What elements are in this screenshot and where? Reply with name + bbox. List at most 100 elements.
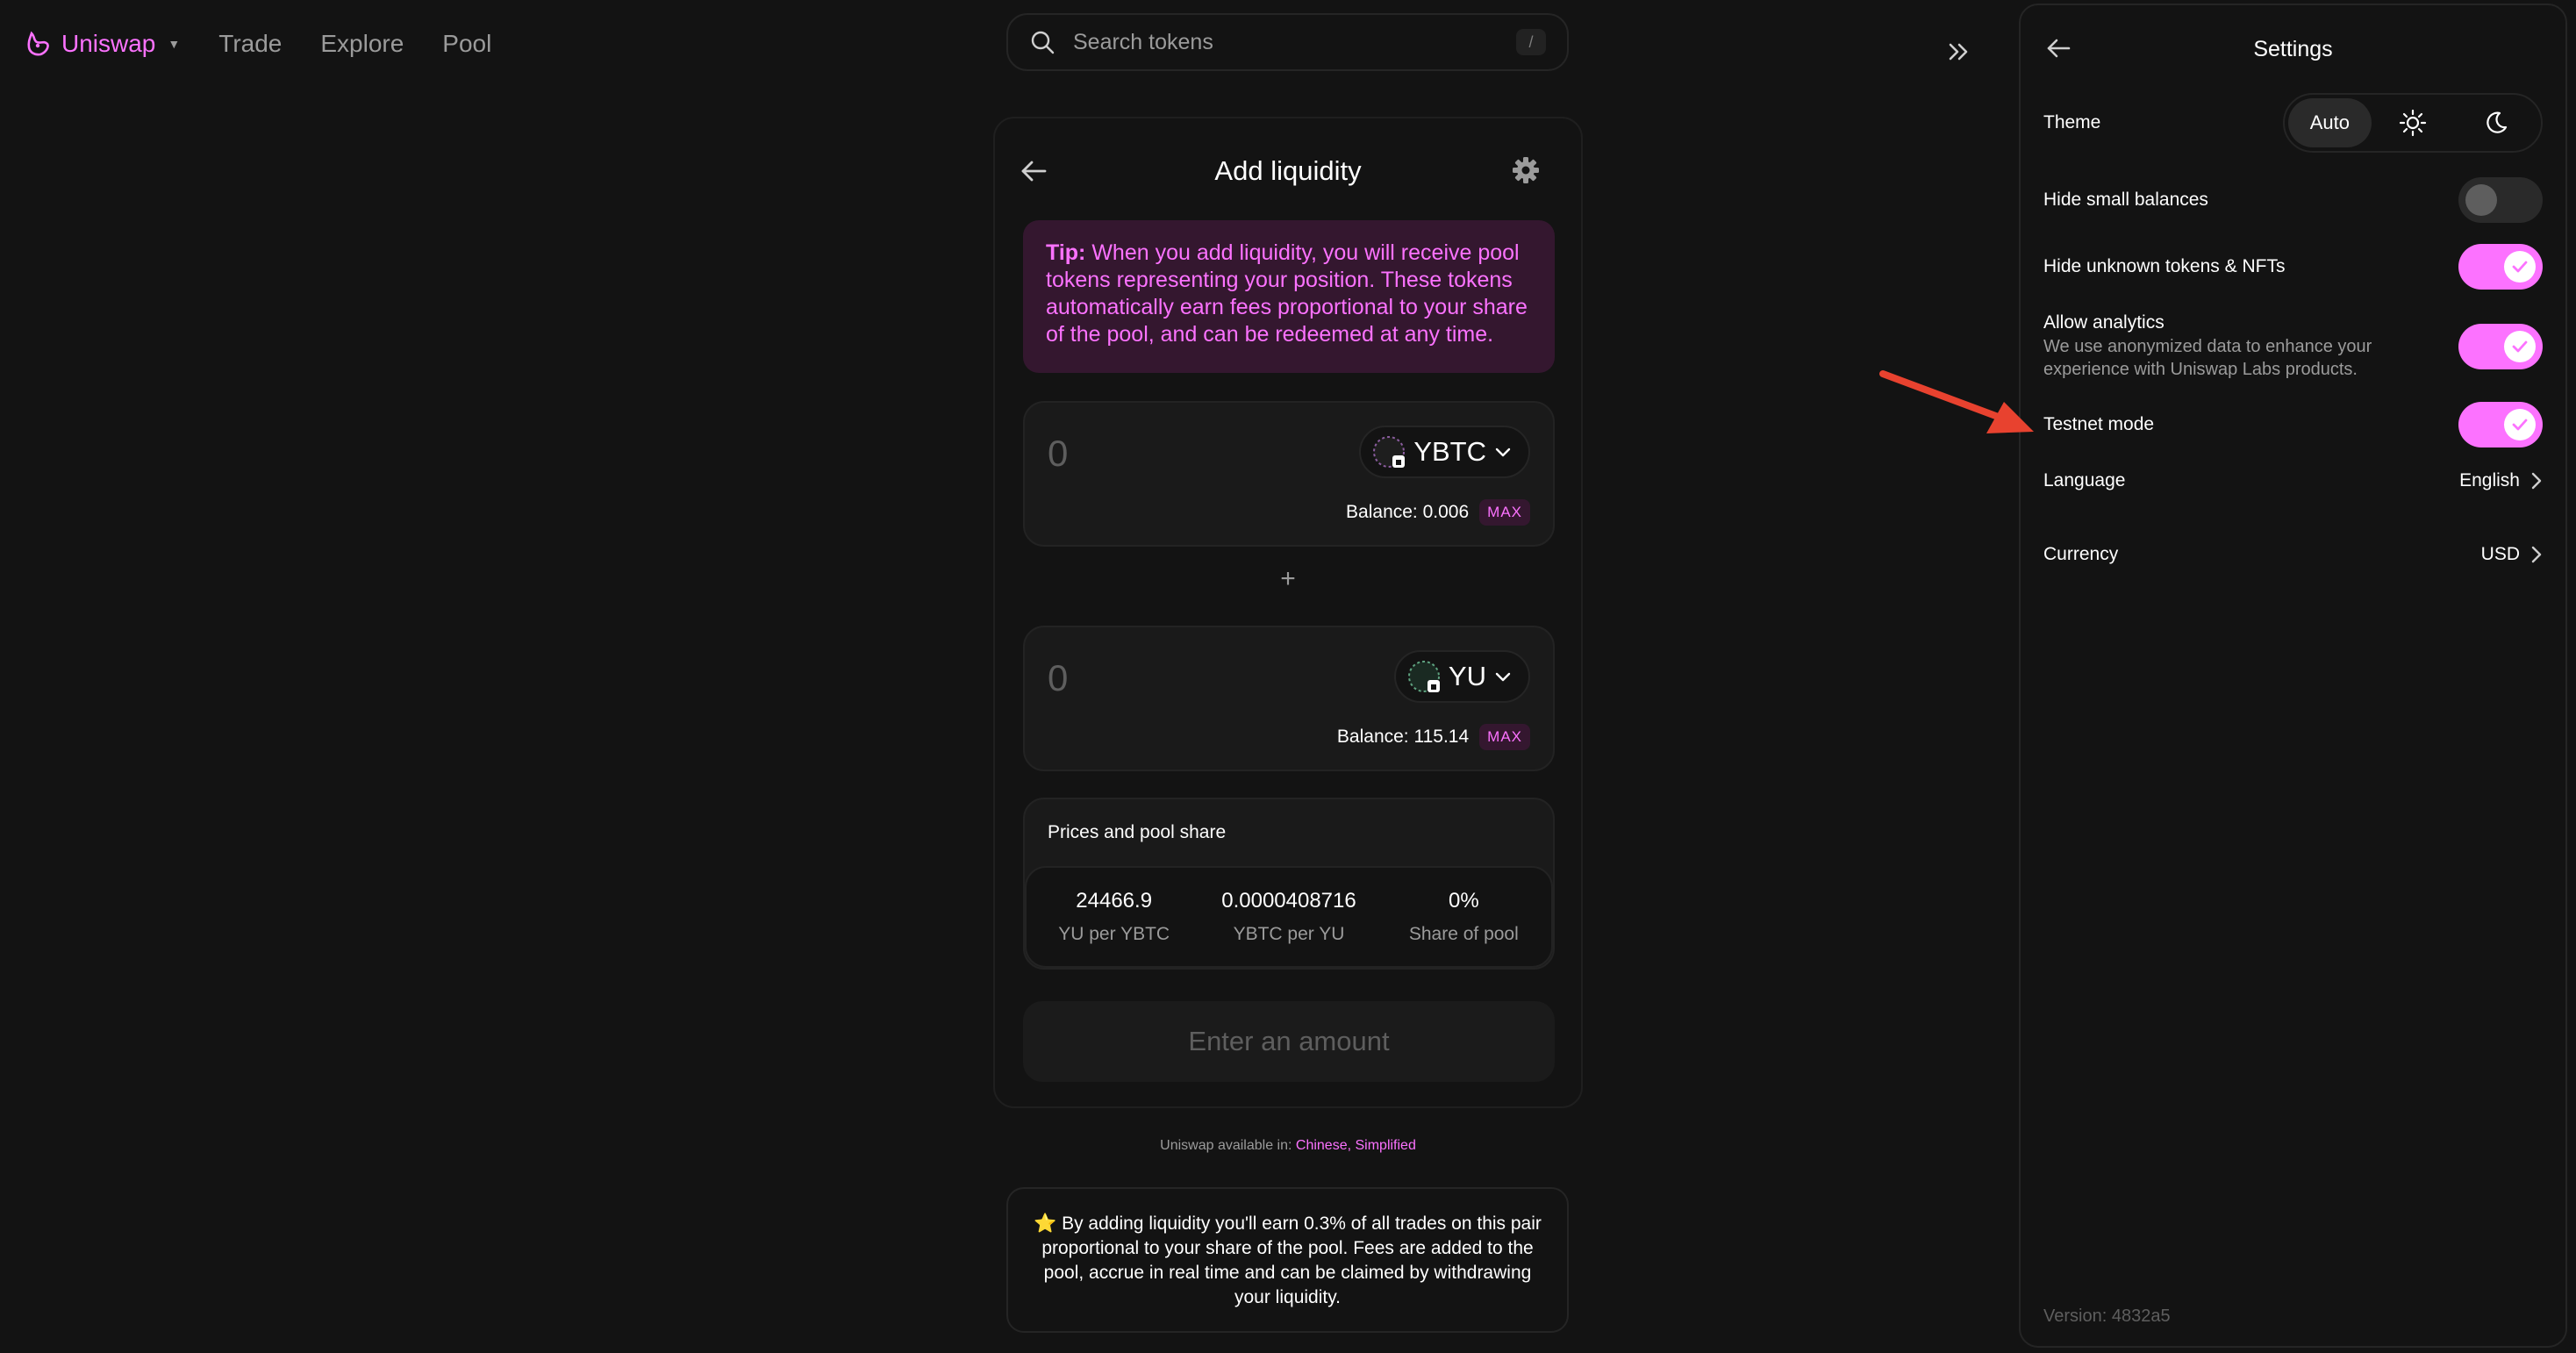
double-chevron-right-icon (1949, 43, 1968, 61)
token-a-amount-input[interactable]: 0 (1048, 433, 1068, 475)
availability-language-link[interactable]: Chinese, Simplified (1296, 1138, 1416, 1153)
toggle-knob (2504, 409, 2536, 440)
yu-token-icon (1406, 659, 1442, 694)
allow-analytics-description: We use anonymized data to enhance your e… (2043, 337, 2372, 379)
token-a-balance-row: Balance: 0.006 MAX (1346, 499, 1530, 526)
token-a-symbol: YBTC (1413, 436, 1486, 467)
search-input[interactable]: Search tokens / (1006, 13, 1569, 71)
gear-icon (1513, 157, 1539, 183)
chevron-down-icon (1495, 672, 1511, 682)
plus-icon: + (1280, 564, 1296, 593)
token-a-selector[interactable]: YBTC (1359, 426, 1530, 478)
availability-prefix: Uniswap available in: (1160, 1138, 1296, 1153)
price-label: YU per YBTC (1058, 924, 1170, 944)
language-availability: Uniswap available in: Chinese, Simplifie… (993, 1138, 1583, 1154)
caret-down-icon: ▼ (168, 37, 181, 51)
price-item: 0.0000408716 YBTC per YU (1201, 868, 1376, 966)
add-liquidity-card: Add liquidity Tip: When you add liquidit… (993, 117, 1583, 1108)
search-icon (1031, 31, 1055, 54)
sun-icon (2399, 109, 2427, 137)
hide-small-balances-label: Hide small balances (2043, 190, 2208, 210)
check-icon (2512, 340, 2528, 353)
token-b-balance: Balance: 115.14 (1336, 727, 1470, 747)
moon-icon (2486, 111, 2507, 133)
page-title: Add liquidity (1214, 155, 1362, 186)
theme-label: Theme (2043, 112, 2101, 132)
token-b-balance-row: Balance: 115.14 MAX (1337, 724, 1530, 750)
currency-row[interactable]: Currency USD (2043, 544, 2543, 565)
allow-analytics-row: Allow analytics We use anonymized data t… (2043, 312, 2543, 381)
theme-selector: Auto (2283, 93, 2543, 153)
language-value-group: English (2459, 470, 2543, 491)
token-b-selector[interactable]: YU (1393, 650, 1530, 703)
currency-value-group: USD (2481, 544, 2543, 565)
nav-link-trade[interactable]: Trade (218, 30, 282, 58)
toggle-knob (2504, 251, 2536, 283)
check-icon (2512, 261, 2528, 273)
theme-row: Theme Auto (2043, 93, 2543, 153)
toggle-knob (2465, 184, 2497, 216)
token-a-input-panel: 0 YBTC Balance: 0.006 MAX (1023, 401, 1555, 547)
hide-small-balances-toggle[interactable] (2458, 177, 2543, 223)
enter-amount-button[interactable]: Enter an amount (1023, 1001, 1555, 1082)
card-header: Add liquidity (995, 145, 1581, 197)
currency-label: Currency (2043, 544, 2119, 564)
allow-analytics-toggle[interactable] (2458, 324, 2543, 369)
share-label: Share of pool (1408, 924, 1519, 944)
testnet-mode-row: Testnet mode (2043, 402, 2543, 447)
toggle-knob (2504, 331, 2536, 362)
price-item: 24466.9 YU per YBTC (1027, 868, 1201, 966)
token-b-max-button[interactable]: MAX (1479, 724, 1530, 750)
settings-button[interactable] (1511, 155, 1541, 185)
price-value: 0.0000408716 (1221, 889, 1356, 913)
hide-small-balances-row: Hide small balances (2043, 177, 2543, 223)
chevron-right-icon (2531, 472, 2542, 490)
share-value: 0% (1448, 889, 1479, 913)
search-placeholder: Search tokens (1073, 29, 1213, 54)
nav-link-explore[interactable]: Explore (320, 30, 404, 58)
tip-banner: Tip: When you add liquidity, you will re… (1023, 220, 1555, 373)
search-shortcut-badge: / (1516, 29, 1546, 55)
top-nav: Uniswap ▼ Trade Explore Pool (25, 26, 491, 61)
nav-link-pool[interactable]: Pool (442, 30, 491, 58)
testnet-mode-label: Testnet mode (2043, 414, 2155, 434)
prices-title: Prices and pool share (1048, 822, 1227, 842)
allow-analytics-label: Allow analytics (2043, 312, 2165, 333)
check-icon (2512, 419, 2528, 431)
price-label: YBTC per YU (1233, 924, 1345, 944)
price-item: 0% Share of pool (1377, 868, 1551, 966)
testnet-mode-toggle[interactable] (2458, 402, 2543, 447)
tip-label: Tip: (1046, 240, 1086, 265)
language-row[interactable]: Language English (2043, 470, 2543, 491)
token-a-max-button[interactable]: MAX (1479, 499, 1530, 526)
brand-menu[interactable]: Uniswap ▼ (25, 30, 180, 58)
liquidity-info-card: ⭐️ By adding liquidity you'll earn 0.3% … (1006, 1187, 1569, 1333)
token-a-balance: Balance: 0.006 (1346, 502, 1470, 522)
theme-auto-option[interactable]: Auto (2288, 98, 2372, 147)
version-label: Version: 4832a5 (2043, 1306, 2171, 1326)
token-b-amount-input[interactable]: 0 (1048, 657, 1068, 699)
collapse-panel-button[interactable] (1946, 39, 1972, 65)
allow-analytics-text: Allow analytics We use anonymized data t… (2043, 312, 2412, 381)
theme-dark-option[interactable] (2454, 98, 2537, 147)
theme-light-option[interactable] (2372, 98, 2455, 147)
hide-unknown-tokens-toggle[interactable] (2458, 244, 2543, 290)
language-label: Language (2043, 470, 2126, 490)
chevron-right-icon (2531, 546, 2542, 563)
prices-pool-share-panel: Prices and pool share 24466.9 YU per YBT… (1023, 798, 1555, 970)
token-b-symbol: YU (1448, 661, 1486, 691)
annotation-arrow-icon (1878, 367, 2036, 437)
settings-title: Settings (2253, 37, 2333, 61)
chevron-down-icon (1495, 447, 1511, 457)
settings-panel: Settings Theme Auto Hide small balances … (2019, 4, 2567, 1348)
brand-name: Uniswap (61, 30, 156, 57)
currency-value: USD (2480, 544, 2520, 564)
prices-grid: 24466.9 YU per YBTC 0.0000408716 YBTC pe… (1025, 866, 1553, 968)
token-b-input-panel: 0 YU Balance: 115.14 MAX (1023, 626, 1555, 771)
price-value: 24466.9 (1076, 889, 1153, 913)
hide-unknown-tokens-row: Hide unknown tokens & NFTs (2043, 244, 2543, 290)
ybtc-token-icon (1371, 434, 1406, 469)
tip-text: When you add liquidity, you will receive… (1046, 240, 1528, 347)
uniswap-logo-icon (27, 31, 49, 56)
language-value: English (2459, 470, 2520, 490)
